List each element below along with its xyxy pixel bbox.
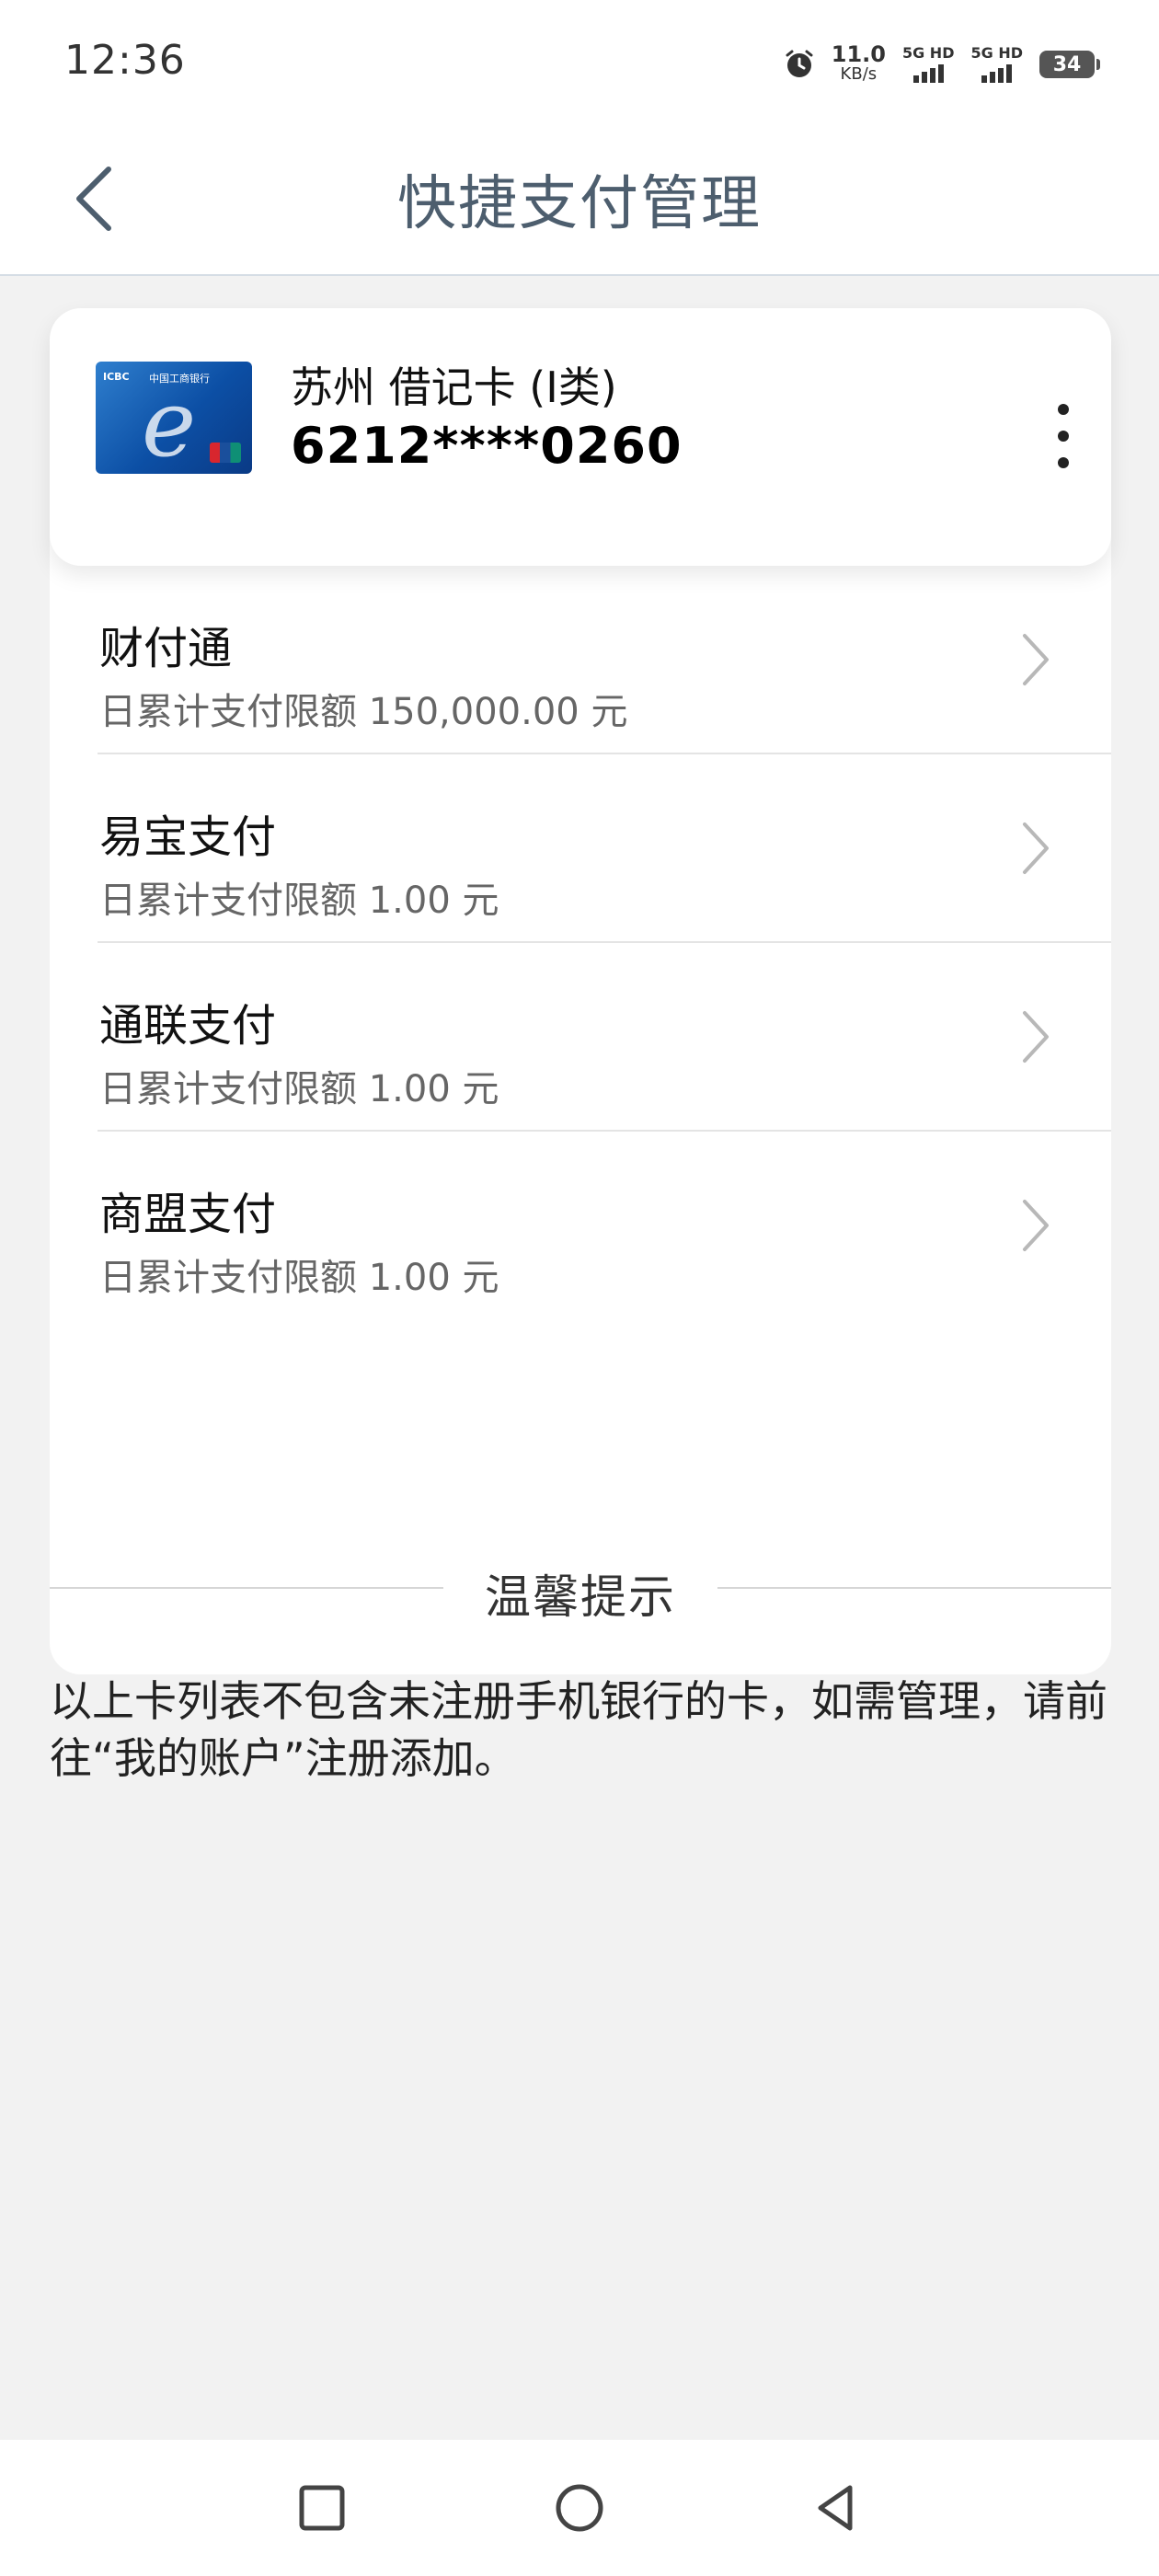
sim1-label: 5G HD <box>901 44 955 62</box>
card-panel: 财付通 日累计支付限额 150,000.00 元 易宝支付 日累计支付限额 1.… <box>50 308 1111 1674</box>
unionpay-icon <box>210 443 241 463</box>
payment-limit: 日累计支付限额 1.00 元 <box>99 880 499 922</box>
signal-bars-icon <box>912 64 944 83</box>
payment-item-shangmeng[interactable]: 商盟支付 日累计支付限额 1.00 元 <box>50 1132 1111 1320</box>
signal-bars-icon <box>981 64 1013 83</box>
payment-limit: 日累计支付限额 1.00 元 <box>99 1068 499 1110</box>
system-nav-bar <box>0 2440 1159 2576</box>
payment-name: 财付通 <box>99 623 233 674</box>
chevron-right-icon <box>1023 1011 1049 1063</box>
tip-title-row: 温馨提示 <box>50 1555 1111 1624</box>
battery-icon: 34 <box>1039 51 1100 78</box>
chevron-right-icon <box>1023 634 1049 685</box>
payment-name: 易宝支付 <box>99 811 277 863</box>
payment-name: 商盟支付 <box>99 1189 277 1240</box>
app-header: 快捷支付管理 <box>0 129 1159 276</box>
bank-card-image: ICBC 中国工商银行 e <box>96 362 252 474</box>
e-logo-icon: e <box>142 370 197 474</box>
network-speed: 11.0 KB/s <box>831 41 886 85</box>
payment-limit: 日累计支付限额 1.00 元 <box>99 1257 499 1299</box>
more-vertical-icon[interactable] <box>1052 404 1074 468</box>
payment-item-caifutong[interactable]: 财付通 日累计支付限额 150,000.00 元 <box>50 566 1111 754</box>
quick-payment-list: 财付通 日累计支付限额 150,000.00 元 易宝支付 日累计支付限额 1.… <box>50 529 1111 1674</box>
chevron-right-icon <box>1023 822 1049 874</box>
home-button[interactable] <box>552 2480 607 2536</box>
system-back-button[interactable] <box>809 2480 865 2536</box>
circle-icon <box>556 2484 603 2532</box>
sim2-signal: 5G HD <box>970 46 1023 83</box>
sim1-signal: 5G HD <box>901 44 955 83</box>
status-time: 12:36 <box>64 37 186 84</box>
alarm-icon <box>786 50 813 77</box>
chevron-right-icon <box>1023 1200 1049 1251</box>
payment-item-yeepay[interactable]: 易宝支付 日累计支付限额 1.00 元 <box>50 754 1111 943</box>
payment-item-allinpay[interactable]: 通联支付 日累计支付限额 1.00 元 <box>50 943 1111 1132</box>
card-name: 苏州 借记卡 (I类) <box>291 362 617 412</box>
status-icons: 11.0 KB/s 5G HD 5G HD 34 <box>784 39 1100 90</box>
card-number: 6212****0260 <box>291 417 683 475</box>
recent-apps-button[interactable] <box>294 2480 350 2536</box>
card-logo-text: ICBC <box>103 371 130 383</box>
tip-title: 温馨提示 <box>485 1570 676 1624</box>
payment-name: 通联支付 <box>99 1000 277 1052</box>
network-speed-value: 11.0 <box>831 41 886 67</box>
page-title: 快捷支付管理 <box>397 170 762 238</box>
network-speed-unit: KB/s <box>840 64 878 84</box>
status-bar: 12:36 11.0 KB/s 5G HD 5G HD 34 <box>0 0 1159 129</box>
bank-card-header: ICBC 中国工商银行 e 苏州 借记卡 (I类) 6212****0260 <box>50 308 1111 566</box>
payment-limit: 日累计支付限额 150,000.00 元 <box>99 691 628 733</box>
square-icon <box>299 2485 345 2531</box>
triangle-back-icon <box>818 2485 853 2531</box>
tip-text: 以上卡列表不包含未注册手机银行的卡，如需管理，请前往“我的账户”注册添加。 <box>50 1676 1107 1783</box>
sim2-label: 5G HD <box>970 44 1023 62</box>
